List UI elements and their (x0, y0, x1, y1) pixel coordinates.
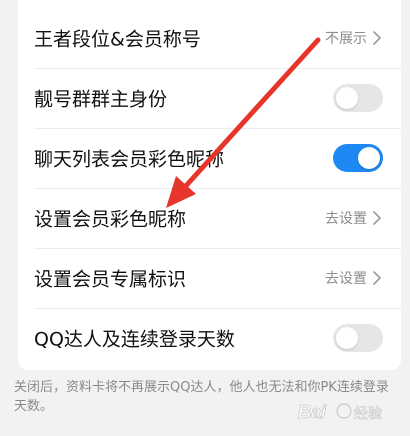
setting-label: 靓号群群主身份 (34, 88, 168, 111)
chevron-right-icon (373, 31, 381, 45)
toggle-knob (358, 147, 380, 169)
setting-value: 去设置 (325, 271, 367, 287)
setting-trail: 去设置 (325, 268, 381, 288)
setting-row-set-color-nickname[interactable]: 设置会员彩色昵称 去设置 (18, 188, 401, 248)
toggle-knob (336, 87, 358, 109)
setting-row-member-badge[interactable]: 设置会员专属标识 去设置 (18, 248, 401, 308)
setting-value: 不展示 (325, 31, 367, 47)
setting-value: 去设置 (325, 211, 367, 227)
color-nickname-toggle[interactable] (333, 144, 383, 172)
settings-card: 王者段位&会员称号 不展示 靓号群群主身份 聊天列表会员彩色昵称 设置会员彩色昵… (18, 0, 401, 370)
setting-label: 设置会员专属标识 (34, 268, 187, 291)
chevron-right-icon (373, 271, 381, 285)
setting-row-qq-master[interactable]: QQ达人及连续登录天数 (18, 308, 401, 368)
setting-label: 设置会员彩色昵称 (34, 208, 187, 231)
toggle-knob (336, 327, 358, 349)
setting-label: QQ达人及连续登录天数 (34, 328, 235, 351)
chevron-right-icon (373, 211, 381, 225)
group-owner-toggle[interactable] (333, 84, 383, 112)
setting-row-group-owner[interactable]: 靓号群群主身份 (18, 68, 401, 128)
setting-trail: 不展示 (325, 28, 381, 48)
setting-label: 聊天列表会员彩色昵称 (34, 148, 225, 171)
setting-row-color-nickname-list[interactable]: 聊天列表会员彩色昵称 (18, 128, 401, 188)
qq-master-toggle[interactable] (333, 324, 383, 352)
setting-row-rank-title[interactable]: 王者段位&会员称号 不展示 (18, 8, 401, 68)
setting-trail: 去设置 (325, 208, 381, 228)
footer-note: 关闭后，资料卡将不再展示QQ达人，他人也无法和你PK连续登录天数。 (14, 380, 389, 414)
setting-label: 王者段位&会员称号 (34, 28, 201, 51)
